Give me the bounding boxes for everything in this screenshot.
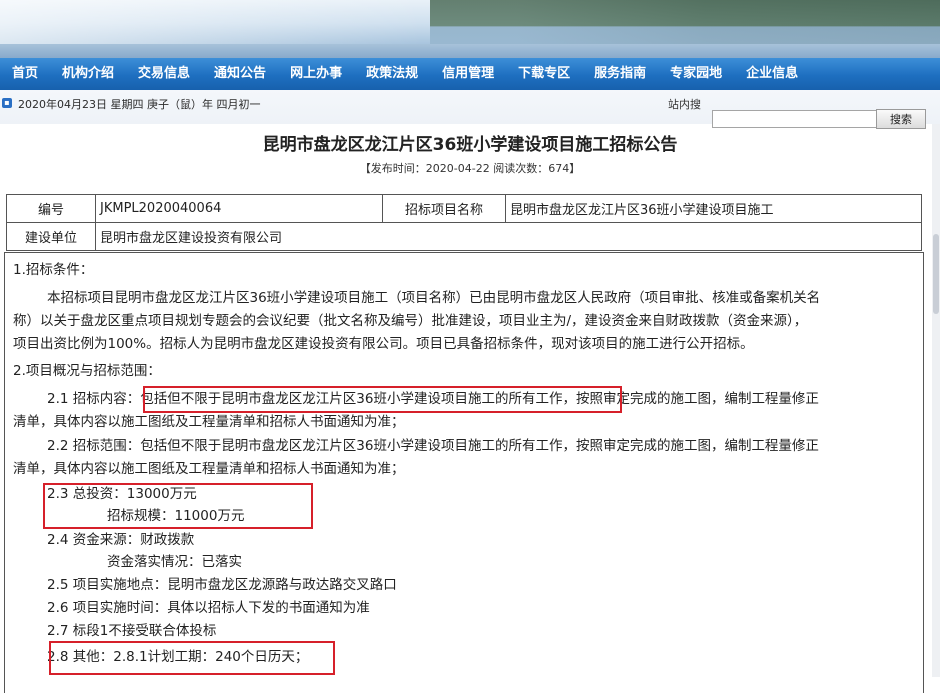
- paragraph-line: 2.2 招标范围：包括但不限于昆明市盘龙区龙江片区36班小学建设项目施工的所有工…: [47, 438, 819, 454]
- search-button[interactable]: 搜索: [876, 109, 926, 129]
- nav-item-home[interactable]: 首页: [0, 58, 50, 90]
- highlight-box-investment: [43, 483, 313, 529]
- page-title: 昆明市盘龙区龙江片区36班小学建设项目施工招标公告: [262, 135, 678, 155]
- paragraph-line: 称）以关于盘龙区重点项目规划专题会的会议纪要（批文名称及编号）批准建设，项目业主…: [13, 313, 808, 329]
- nav-item-downloads[interactable]: 下载专区: [506, 58, 582, 90]
- project-info-table: 编号 JKMPL2020040064 招标项目名称 昆明市盘龙区龙江片区36班小…: [6, 194, 922, 251]
- nav-item-service-guide[interactable]: 服务指南: [582, 58, 658, 90]
- section-heading: 2.项目概况与招标范围：: [13, 363, 161, 379]
- table-row: 建设单位 昆明市盘龙区建设投资有限公司: [6, 222, 922, 251]
- paragraph-line: 2.7 标段1不接受联合体投标: [47, 623, 217, 639]
- nav-item-policies[interactable]: 政策法规: [354, 58, 430, 90]
- table-row: 编号 JKMPL2020040064 招标项目名称 昆明市盘龙区龙江片区36班小…: [6, 194, 922, 223]
- publish-meta: 【发布时间：2020-04-22 阅读次数：674】: [359, 162, 581, 175]
- paragraph-line: 项目出资比例为100%。招标人为昆明市盘龙区建设投资有限公司。项目已具备招标条件…: [13, 336, 754, 352]
- site-search-label: 站内搜: [668, 98, 701, 111]
- paragraph-line: 2.5 项目实施地点：昆明市盘龙区龙源路与政达路交叉路口: [47, 577, 397, 593]
- date-bar: ▪ 2020年04月23日 星期四 庚子（鼠）年 四月初一 站内搜 搜索: [0, 90, 940, 129]
- scroll-thumb[interactable]: [933, 234, 939, 314]
- unit-label: 建设单位: [6, 222, 96, 251]
- current-date: 2020年04月23日 星期四 庚子（鼠）年 四月初一: [18, 98, 261, 111]
- paragraph-line: 清单，具体内容以施工图纸及工程量清单和招标人书面通知为准；: [13, 461, 405, 477]
- header-banner: [0, 0, 940, 58]
- paragraph-line: 清单，具体内容以施工图纸及工程量清单和招标人书面通知为准；: [13, 414, 405, 430]
- unit-value: 昆明市盘龙区建设投资有限公司: [95, 222, 922, 251]
- banner-water: [0, 44, 940, 58]
- paragraph-line: 2.6 项目实施时间：具体以招标人下发的书面通知为准: [47, 600, 370, 616]
- project-name-value: 昆明市盘龙区龙江片区36班小学建设项目施工: [505, 194, 922, 223]
- code-value: JKMPL2020040064: [95, 194, 383, 223]
- main-nav: 首页 机构介绍 交易信息 通知公告 网上办事 政策法规 信用管理 下载专区 服务…: [0, 58, 940, 90]
- nav-item-online-service[interactable]: 网上办事: [278, 58, 354, 90]
- section-heading: 1.招标条件：: [13, 262, 94, 278]
- calendar-icon: ▪: [2, 98, 12, 108]
- nav-item-trading-info[interactable]: 交易信息: [126, 58, 202, 90]
- nav-item-credit[interactable]: 信用管理: [430, 58, 506, 90]
- paragraph-line: 资金落实情况：已落实: [107, 554, 242, 570]
- code-label: 编号: [6, 194, 96, 223]
- paragraph-line: 2.4 资金来源：财政拨款: [47, 532, 195, 548]
- nav-item-notices[interactable]: 通知公告: [202, 58, 278, 90]
- page-scrollbar[interactable]: [932, 124, 940, 677]
- paragraph-line: 本招标项目昆明市盘龙区龙江片区36班小学建设项目施工（项目名称）已由昆明市盘龙区…: [47, 290, 821, 306]
- site-search-input[interactable]: [712, 110, 878, 128]
- highlight-box-schedule: [49, 641, 335, 675]
- nav-item-enterprise[interactable]: 企业信息: [734, 58, 810, 90]
- nav-item-organization[interactable]: 机构介绍: [50, 58, 126, 90]
- nav-item-experts[interactable]: 专家园地: [658, 58, 734, 90]
- project-name-label: 招标项目名称: [382, 194, 506, 223]
- announcement-body: 1.招标条件： 本招标项目昆明市盘龙区龙江片区36班小学建设项目施工（项目名称）…: [4, 252, 924, 693]
- highlight-box-scope: [143, 386, 622, 413]
